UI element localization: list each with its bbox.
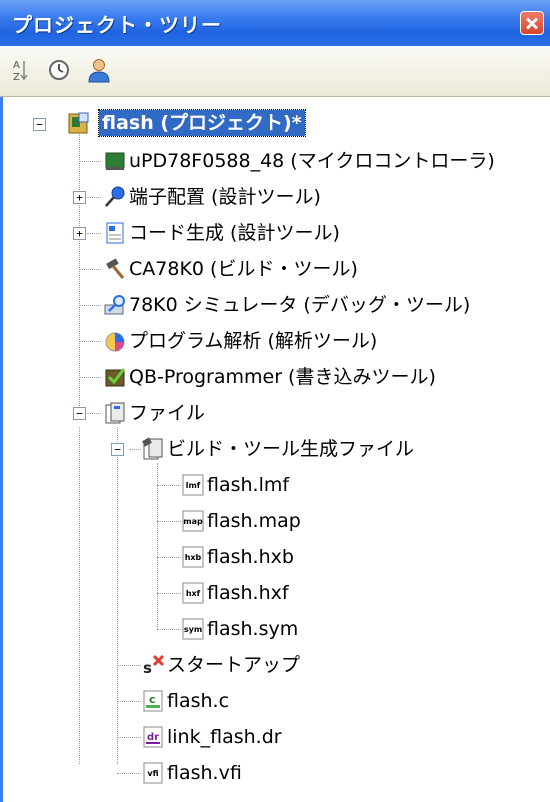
panel-title: プロジェクト・ツリー	[12, 13, 222, 37]
property-button[interactable]	[44, 55, 74, 85]
tree-node-source-file-label[interactable]: flash.vfi	[167, 760, 242, 786]
dr-file-icon: dr	[143, 726, 163, 748]
tree-node-files-label[interactable]: ファイル	[129, 400, 205, 426]
hxb-file-icon: hxb	[182, 546, 204, 568]
folder-build-icon	[142, 437, 163, 460]
svg-text:vfi: vfi	[147, 769, 158, 778]
tree-node-debug-tool-label[interactable]: 78K0 シミュレータ (デバッグ・ツール)	[129, 292, 470, 318]
files-collapse-button[interactable]: −	[73, 407, 86, 420]
svg-text:dr: dr	[147, 732, 159, 743]
code-gen-expand-button[interactable]: +	[73, 227, 86, 240]
analysis-icon	[105, 332, 125, 352]
svg-text:lmf: lmf	[186, 481, 201, 490]
svg-text:A: A	[13, 60, 20, 71]
tree-node-analysis-tool-label[interactable]: プログラム解析 (解析ツール)	[129, 328, 377, 354]
tree-node-microcontroller-label[interactable]: uPD78F0588_48 (マイクロコントローラ)	[129, 148, 495, 174]
tree-node-root-label[interactable]: flash (プロジェクト)*	[98, 109, 306, 137]
svg-text:map: map	[183, 517, 203, 526]
tree-node-build-tool-label[interactable]: CA78K0 (ビルド・ツール)	[129, 256, 358, 282]
pin-tool-icon	[105, 186, 125, 207]
tree-node-generated-file-label[interactable]: flash.map	[207, 508, 301, 534]
startup-icon: s	[143, 654, 165, 677]
tree-node-source-file-label[interactable]: flash.c	[167, 688, 229, 714]
svg-text:hxf: hxf	[186, 589, 201, 598]
panel-titlebar: プロジェクト・ツリー	[0, 0, 550, 46]
svg-text:s: s	[143, 659, 152, 677]
build-generated-collapse-button[interactable]: −	[111, 443, 124, 456]
sort-az-icon: A Z	[13, 60, 28, 83]
c-file-icon: c	[143, 690, 163, 712]
project-icon	[68, 112, 89, 134]
sym-file-icon: sym	[182, 618, 204, 640]
programmer-icon	[105, 368, 126, 387]
user-button[interactable]	[84, 55, 114, 85]
chip-icon	[105, 152, 125, 170]
sort-button[interactable]: A Z	[4, 55, 34, 85]
svg-text:c: c	[149, 693, 156, 706]
svg-text:hxb: hxb	[185, 553, 202, 562]
map-file-icon: map	[182, 510, 204, 532]
tree-node-generated-file-label[interactable]: flash.sym	[207, 616, 298, 642]
user-icon	[88, 59, 110, 83]
tree-node-generated-file-label[interactable]: flash.hxb	[207, 544, 294, 570]
tree-node-generated-file-label[interactable]: flash.lmf	[207, 472, 289, 498]
close-button[interactable]	[520, 11, 544, 35]
panel-toolbar: A Z	[0, 46, 550, 96]
folder-icon	[105, 402, 125, 424]
svg-text:Z: Z	[13, 72, 20, 83]
project-tree[interactable]: − flash (プロジェクト)* uPD78F0588_48 (マイクロコント…	[0, 97, 550, 802]
tree-node-startup-label[interactable]: スタートアップ	[167, 652, 300, 678]
debug-icon	[104, 295, 125, 315]
project-tree-panel: プロジェクト・ツリー A Z − flash (プロジェクト)* uPD78F0…	[0, 0, 550, 802]
tree-node-pin-config-label[interactable]: 端子配置 (設計ツール)	[129, 184, 321, 210]
vfi-file-icon: vfi	[143, 762, 163, 784]
tree-node-code-gen-label[interactable]: コード生成 (設計ツール)	[129, 220, 340, 246]
tree-node-build-generated-label[interactable]: ビルド・ツール生成ファイル	[167, 436, 414, 462]
root-collapse-button[interactable]: −	[33, 118, 46, 131]
property-icon	[49, 60, 69, 80]
hxf-file-icon: hxf	[182, 582, 204, 604]
tree-node-generated-file-label[interactable]: flash.hxf	[207, 580, 289, 606]
pin-config-expand-button[interactable]: +	[73, 191, 86, 204]
lmf-file-icon: lmf	[182, 474, 204, 496]
tree-node-source-file-label[interactable]: link_flash.dr	[167, 724, 282, 750]
svg-text:sym: sym	[184, 625, 202, 634]
tree-node-programmer-label[interactable]: QB-Programmer (書き込みツール)	[129, 364, 436, 390]
codegen-icon	[106, 222, 124, 244]
hammer-icon	[106, 258, 125, 279]
